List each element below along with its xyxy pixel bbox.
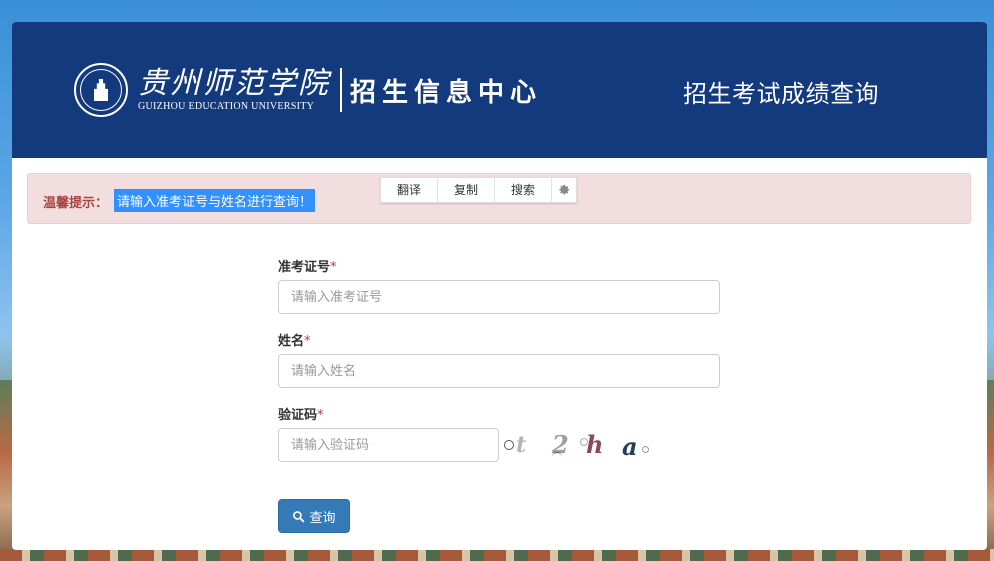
name-label: 姓名* — [278, 334, 311, 349]
query-button-label: 查询 — [309, 510, 336, 526]
page-title: 招生考试成绩查询 — [683, 80, 879, 108]
exam-no-input[interactable] — [278, 280, 720, 314]
school-logo: 贵州师范学院 GUIZHOU EDUCATION UNIVERSITY 招生信息… — [74, 60, 542, 120]
captcha-input[interactable] — [278, 428, 499, 462]
captcha-image[interactable]: t 2 h a — [502, 428, 652, 462]
translate-button[interactable]: 翻译 — [381, 178, 438, 202]
header-banner: 贵州师范学院 GUIZHOU EDUCATION UNIVERSITY 招生信息… — [12, 22, 987, 158]
query-button[interactable]: 查询 — [278, 499, 350, 533]
school-name-cn: 贵州师范学院 — [138, 66, 330, 101]
background-scenery-bottom — [0, 549, 994, 561]
school-seal-icon — [74, 63, 128, 117]
school-name-en: GUIZHOU EDUCATION UNIVERSITY — [138, 101, 315, 112]
search-icon — [293, 510, 305, 522]
gear-icon[interactable] — [552, 178, 576, 202]
exam-no-label: 准考证号* — [278, 260, 337, 275]
search-button[interactable]: 搜索 — [495, 178, 552, 202]
main-card: 贵州师范学院 GUIZHOU EDUCATION UNIVERSITY 招生信息… — [12, 22, 987, 550]
name-input[interactable] — [278, 354, 720, 388]
logo-divider — [340, 68, 342, 112]
captcha-label: 验证码* — [278, 408, 324, 423]
selection-toolbar: 翻译 复制 搜索 — [380, 177, 577, 203]
captcha-char-1: t — [516, 432, 527, 458]
alert-message-selected[interactable]: 请输入准考证号与姓名进行查询！ — [114, 189, 316, 212]
copy-button[interactable]: 复制 — [438, 178, 495, 202]
background-scenery-right — [986, 380, 994, 561]
center-name: 招生信息中心 — [350, 77, 543, 108]
alert-label: 温馨提示： — [43, 196, 109, 211]
captcha-char-4: a — [622, 432, 638, 461]
captcha-char-3: h — [586, 430, 604, 459]
